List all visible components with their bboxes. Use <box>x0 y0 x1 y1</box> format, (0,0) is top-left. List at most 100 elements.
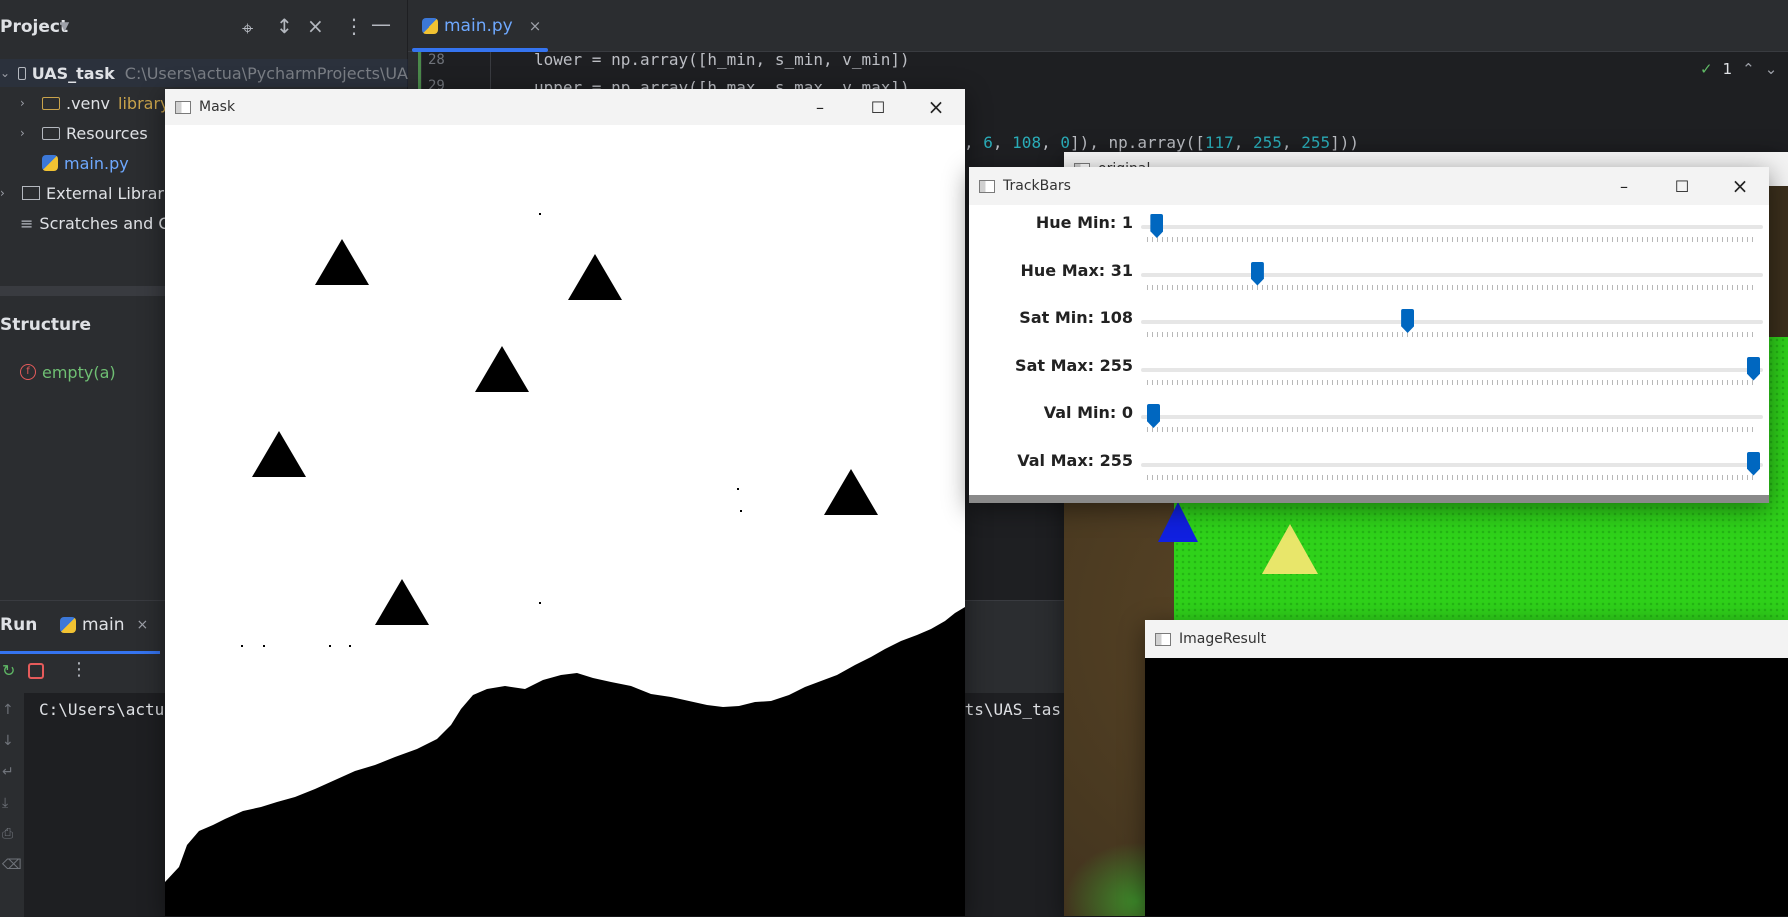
trackbar-row: Sat Max: 255 <box>969 350 1769 397</box>
code-punct: , <box>992 133 1013 152</box>
close-button[interactable]: × <box>1711 167 1769 205</box>
python-file-icon <box>422 18 438 34</box>
arrow-down-icon[interactable]: ↓ <box>2 726 24 757</box>
tree-item-main-py[interactable]: main.py <box>42 149 129 177</box>
trackbar-track[interactable] <box>1141 367 1763 372</box>
window-titlebar[interactable]: ImageResult <box>1145 620 1788 658</box>
trackbar-label: Val Max: 255 <box>1017 450 1133 470</box>
tree-item-resources[interactable]: › Resources <box>20 119 148 147</box>
rerun-icon[interactable]: ↻ <box>2 661 15 680</box>
print-icon[interactable]: ⎙ <box>2 819 24 850</box>
trackbar-thumb[interactable] <box>1747 356 1760 381</box>
mask-speck <box>737 488 739 490</box>
inspection-count: 1 <box>1722 60 1733 78</box>
scroll-to-end-icon[interactable]: ⤓ <box>2 788 24 819</box>
code-number: 0 <box>1060 133 1070 152</box>
trash-icon[interactable]: ⌫ <box>2 850 24 881</box>
run-toolbar: ↑ ↓ ↵ ⤓ ⎙ ⌫ <box>0 695 24 917</box>
trackbar-label: Sat Min: 108 <box>1019 308 1133 327</box>
project-panel-title[interactable]: Project <box>0 17 68 37</box>
run-tab-label: main <box>82 615 125 635</box>
chevron-right-icon[interactable]: › <box>20 96 34 110</box>
arrow-up-icon[interactable]: ↑ <box>2 695 24 726</box>
soft-wrap-icon[interactable]: ↵ <box>2 757 24 788</box>
mask-speck <box>539 213 541 215</box>
tab-main-py[interactable]: main.py × <box>422 0 541 52</box>
code-punct: , <box>1281 133 1302 152</box>
trackbar-ticks <box>1147 379 1757 385</box>
trackbar-thumb[interactable] <box>1250 261 1264 286</box>
minimize-button[interactable]: – <box>1595 167 1653 205</box>
close-icon[interactable]: × <box>529 17 542 35</box>
tree-root-label: UAS_task <box>31 63 115 83</box>
code-number: 255 <box>1253 133 1282 152</box>
more-options-icon[interactable]: ⋮ <box>70 659 88 680</box>
trackbar-track[interactable] <box>1141 320 1763 324</box>
chevron-up-icon[interactable]: ⌃ <box>1742 60 1755 78</box>
structure-item[interactable]: f empty(a) <box>20 358 116 386</box>
trackbar-track[interactable] <box>1141 462 1763 467</box>
window-app-icon <box>1155 632 1171 646</box>
expand-all-icon[interactable]: ↕ <box>276 14 293 38</box>
tree-resources-label: Resources <box>66 123 148 143</box>
close-icon[interactable]: × <box>136 617 148 633</box>
trackbar-row: Sat Min: 108 <box>969 302 1769 349</box>
console-line: cts\UAS_tas <box>955 700 1061 719</box>
mask-speck <box>241 645 243 647</box>
structure-panel-title[interactable]: Structure <box>0 315 91 335</box>
active-run-tab-indicator <box>0 651 160 654</box>
trackbar-track[interactable] <box>1141 225 1763 229</box>
chevron-right-icon[interactable]: › <box>20 126 34 140</box>
trackbar-thumb[interactable] <box>1747 451 1760 476</box>
run-panel-title[interactable]: Run <box>0 615 37 635</box>
more-options-icon[interactable]: ⋮ <box>344 14 364 38</box>
collapse-all-icon[interactable]: × <box>307 14 324 38</box>
tree-item-venv[interactable]: › .venv library <box>20 89 170 117</box>
tree-scratches-label: Scratches and C <box>39 213 170 233</box>
mask-speck <box>539 602 541 604</box>
trackbar-ticks <box>1147 284 1757 290</box>
tree-venv-label: .venv <box>66 93 111 113</box>
trackbar-thumb[interactable] <box>1150 214 1164 238</box>
window-trackbars: TrackBars – ☐ × Hue Min: 1 Hue Max: 31 Sat… <box>969 167 1769 503</box>
run-tab-main[interactable]: main × <box>60 615 148 635</box>
active-tab-indicator <box>412 48 548 52</box>
python-file-icon <box>60 617 76 633</box>
chevron-down-icon[interactable]: ⌄ <box>0 66 10 80</box>
trackbar-ticks <box>1147 332 1757 337</box>
trackbar-track[interactable] <box>1141 272 1763 277</box>
maximize-button[interactable]: ☐ <box>849 89 907 125</box>
trackbar-thumb[interactable] <box>1401 309 1415 333</box>
mask-speck <box>740 510 742 512</box>
chevron-down-icon[interactable]: ▼ <box>60 19 69 33</box>
trackbar-row: Val Min: 0 <box>969 397 1769 444</box>
inspection-widget[interactable]: ✓ 1 ⌃ ⌄ <box>1700 60 1777 78</box>
tree-item-root[interactable]: ⌄ UAS_task C:\Users\actua\PycharmProject… <box>0 59 408 87</box>
code-number: 6 <box>983 133 993 152</box>
window-image-result: ImageResult <box>1145 620 1788 916</box>
close-button[interactable]: × <box>907 89 965 125</box>
tree-item-scratches[interactable]: ≡ Scratches and C <box>20 209 170 237</box>
code-punct: ]), np.array([ <box>1069 133 1205 152</box>
tree-item-external-libraries[interactable]: › External Librarie <box>0 179 178 207</box>
chevron-right-icon[interactable]: › <box>0 186 14 200</box>
editor-tab-bar: main.py × <box>408 0 1788 52</box>
check-icon: ✓ <box>1700 60 1713 78</box>
trackbar-thumb[interactable] <box>1147 404 1160 428</box>
code-number: 108 <box>1012 133 1042 152</box>
trackbar-track[interactable] <box>1141 415 1763 419</box>
maximize-button[interactable]: ☐ <box>1653 167 1711 205</box>
hide-panel-icon[interactable]: — <box>371 12 391 36</box>
window-title: TrackBars <box>1003 178 1071 194</box>
minimize-button[interactable]: – <box>791 89 849 125</box>
mask-speck <box>263 645 265 647</box>
stop-icon[interactable] <box>28 663 44 679</box>
window-app-icon <box>175 100 191 114</box>
locate-icon[interactable]: ⌖ <box>242 16 253 40</box>
code-punct: ])) <box>1330 133 1359 152</box>
window-title: Mask <box>199 99 236 115</box>
trackbar-label: Val Min: 0 <box>1043 403 1133 422</box>
mask-speck <box>349 645 351 647</box>
chevron-down-icon[interactable]: ⌄ <box>1765 60 1778 78</box>
window-app-icon <box>979 179 995 193</box>
